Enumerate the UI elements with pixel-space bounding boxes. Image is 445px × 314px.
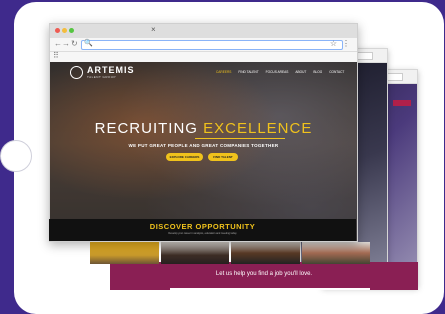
hero-headline: RECRUITING EXCELLENCE (50, 120, 357, 137)
apps-grid-icon[interactable]: ⠿ (53, 51, 59, 60)
title-bar: × (50, 24, 357, 38)
main-browser-window: × ← → ↻ 🔍 ☆ ⋮ ⠿ ARTEMIS TALENT GROUP CAR… (49, 23, 358, 242)
apply-button (393, 100, 411, 106)
bookmarks-bar: ⠿ (50, 51, 357, 62)
find-talent-button[interactable]: FIND TALENT (208, 153, 238, 161)
site-logo[interactable]: ARTEMIS (87, 65, 135, 75)
browser-menu-icon[interactable]: ⋮ (342, 39, 350, 48)
nav-blog[interactable]: BLOG (313, 70, 322, 74)
hero-tagline: WE PUT GREAT PEOPLE AND GREAT COMPANIES … (128, 143, 279, 148)
photo-woman-glasses (160, 242, 229, 264)
forward-icon[interactable]: → (62, 39, 70, 48)
photo-woman-smiling (231, 242, 300, 264)
headline-underline (195, 138, 285, 139)
maximize-window-dot[interactable] (69, 28, 74, 33)
explore-careers-button[interactable]: EXPLORE CAREERS (166, 153, 203, 161)
job-search-banner: Let us help you find a job you'll love. (110, 262, 418, 290)
photo-man-beard (301, 242, 370, 264)
nav-contact[interactable]: CONTACT (329, 70, 344, 74)
nav-find-talent[interactable]: FIND TALENT (238, 70, 258, 74)
banner-text: Let us help you find a job you'll love. (215, 271, 313, 277)
headline-white-part: RECRUITING (94, 120, 204, 137)
back-icon[interactable]: ← (54, 39, 62, 48)
address-bar[interactable]: 🔍 (81, 40, 343, 50)
photo-worker-hardhat (90, 242, 159, 264)
site-logo-subtitle: TALENT GROUP (87, 75, 117, 79)
site-nav-menu: CAREERS FIND TALENT FOCUS AREAS ABOUT BL… (216, 70, 344, 74)
reload-icon[interactable]: ↻ (71, 39, 78, 48)
nav-focus-areas[interactable]: FOCUS AREAS (266, 70, 289, 74)
discover-subtitle: Develop your career in analysis, educati… (168, 232, 237, 235)
logo-icon[interactable] (70, 66, 83, 79)
close-window-dot[interactable] (55, 28, 60, 33)
tablet-home-button[interactable] (0, 140, 32, 172)
discover-title: DISCOVER OPPORTUNITY (149, 222, 256, 231)
nav-careers[interactable]: CAREERS (216, 70, 231, 74)
discover-opportunity-section: DISCOVER OPPORTUNITY Develop your career… (49, 219, 356, 241)
hero-overlay (50, 62, 357, 241)
browser-toolbar: ← → ↻ 🔍 ☆ ⋮ (50, 38, 357, 52)
headline-yellow-part: EXCELLENCE (203, 120, 313, 137)
close-tab-icon[interactable]: × (151, 25, 156, 34)
job-search-fields[interactable] (170, 288, 370, 290)
team-photo-strip (90, 242, 372, 264)
bookmark-star-icon[interactable]: ☆ (330, 39, 337, 48)
minimize-window-dot[interactable] (62, 28, 67, 33)
search-icon: 🔍 (84, 40, 93, 47)
hero-section: ARTEMIS TALENT GROUP CAREERS FIND TALENT… (50, 62, 357, 241)
nav-about[interactable]: ABOUT (295, 70, 306, 74)
